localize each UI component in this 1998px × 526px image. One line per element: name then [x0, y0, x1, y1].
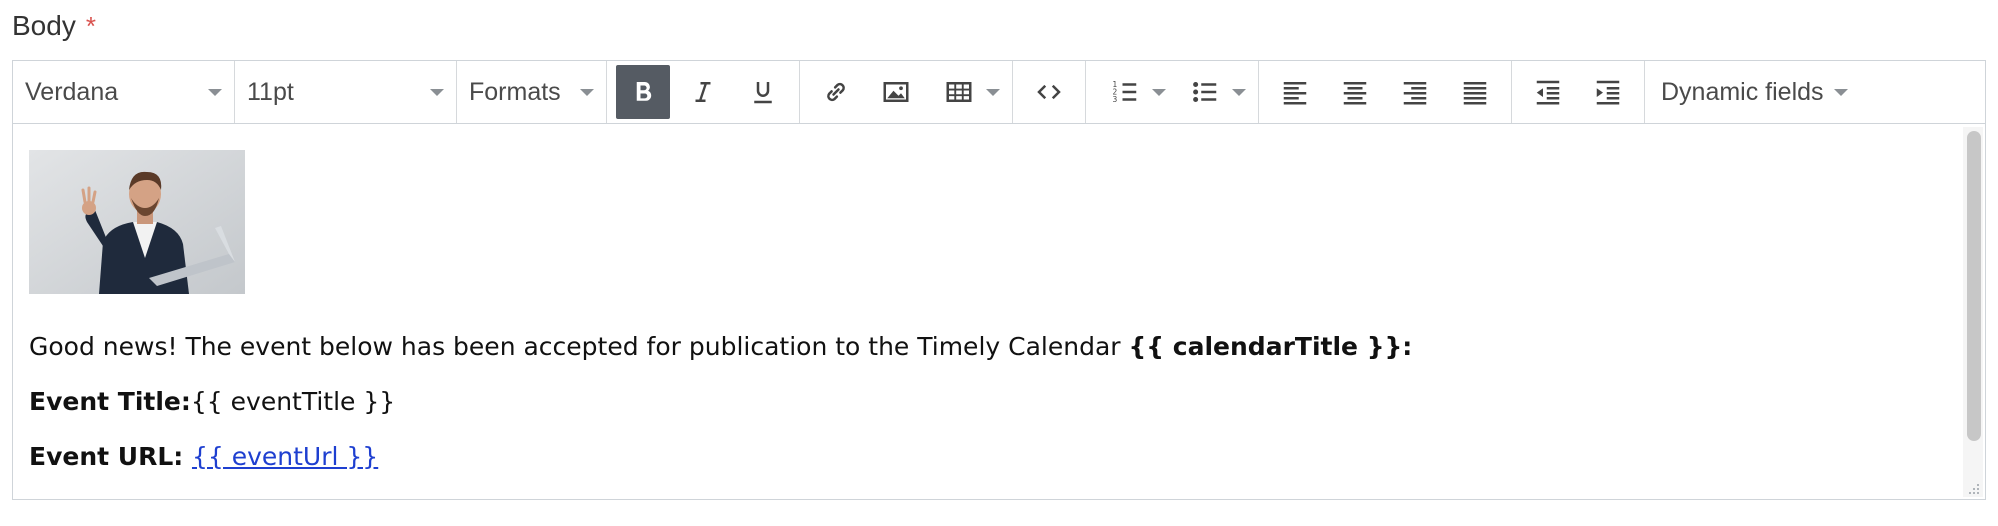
formats-dropdown[interactable]: Formats	[457, 61, 607, 123]
text-style-group	[607, 61, 800, 123]
bullet-list-dropdown[interactable]	[1172, 61, 1252, 123]
justify-button[interactable]	[1448, 65, 1502, 119]
table-dropdown[interactable]	[926, 61, 1006, 123]
chevron-down-icon	[430, 88, 444, 96]
chevron-down-icon	[1833, 88, 1848, 96]
event-title-label: Event Title:	[29, 387, 191, 416]
outdent-icon	[1536, 80, 1560, 105]
chevron-down-icon	[580, 88, 594, 96]
font-family-value: Verdana	[25, 77, 119, 106]
underline-button[interactable]	[736, 65, 790, 119]
image-button[interactable]	[869, 65, 923, 119]
font-family-select[interactable]: Verdana	[13, 61, 235, 123]
content-image[interactable]	[29, 150, 245, 294]
formats-label: Formats	[469, 77, 561, 106]
indent-button[interactable]	[1581, 65, 1635, 119]
align-right-icon	[1403, 82, 1427, 105]
table-button[interactable]	[932, 65, 986, 119]
svg-text:3: 3	[1113, 95, 1118, 104]
bold-button[interactable]	[616, 65, 670, 119]
image-icon	[883, 82, 909, 102]
list-group: 123	[1086, 61, 1259, 123]
link-button[interactable]	[809, 65, 863, 119]
indent-icon	[1596, 80, 1620, 105]
resize-handle-icon[interactable]	[1965, 479, 1981, 495]
field-label-text: Body	[12, 10, 76, 41]
bullet-list-icon	[1193, 82, 1217, 102]
chevron-down-icon	[986, 88, 1000, 96]
dynamic-fields-dropdown[interactable]: Dynamic fields	[1645, 61, 1860, 123]
editor-toolbar: Verdana 11pt Formats 1 2 3 Dynamic field…	[13, 61, 1985, 124]
indent-group	[1512, 61, 1645, 123]
code-icon	[1037, 84, 1061, 100]
event-title-paragraph: Event Title:{{ eventTitle }}	[29, 387, 1955, 416]
bold-icon	[636, 82, 652, 101]
event-title-token: {{ eventTitle }}	[190, 387, 396, 416]
calendar-title-token: {{ calendarTitle }}:	[1128, 332, 1413, 361]
link-icon	[827, 82, 845, 102]
italic-icon	[695, 82, 711, 102]
font-size-select[interactable]: 11pt	[235, 61, 457, 123]
align-right-button[interactable]	[1388, 65, 1442, 119]
bullet-list-button[interactable]	[1178, 65, 1232, 119]
table-icon	[946, 82, 972, 102]
man-with-laptop-image	[29, 150, 245, 294]
numbered-list-icon: 123	[1113, 80, 1137, 104]
font-size-value: 11pt	[247, 77, 294, 106]
numbered-list-dropdown[interactable]: 123	[1092, 61, 1172, 123]
editor-content[interactable]: Good news! The event below has been acce…	[13, 124, 1955, 499]
align-center-icon	[1343, 82, 1367, 105]
message-paragraph: Good news! The event below has been acce…	[29, 332, 1955, 361]
underline-icon	[754, 82, 772, 104]
alignment-group	[1259, 61, 1512, 123]
chevron-down-icon	[208, 88, 222, 96]
required-marker: *	[85, 10, 96, 41]
numbered-list-button[interactable]: 123	[1098, 65, 1152, 119]
justify-icon	[1463, 82, 1487, 105]
insert-group	[800, 61, 1013, 123]
chevron-down-icon	[1152, 88, 1166, 96]
event-url-link[interactable]: {{ eventUrl }}	[192, 442, 378, 471]
dynamic-fields-label: Dynamic fields	[1661, 77, 1824, 106]
outdent-button[interactable]	[1521, 65, 1575, 119]
chevron-down-icon	[1232, 88, 1246, 96]
code-group	[1013, 61, 1086, 123]
rich-text-editor: Verdana 11pt Formats 1 2 3 Dynamic field…	[12, 60, 1986, 500]
event-url-paragraph: Event URL: {{ eventUrl }}	[29, 442, 1955, 471]
event-url-label: Event URL:	[29, 442, 192, 471]
align-left-icon	[1283, 82, 1307, 105]
italic-button[interactable]	[676, 65, 730, 119]
scrollbar-thumb[interactable]	[1967, 131, 1981, 441]
code-button[interactable]	[1022, 65, 1076, 119]
align-left-button[interactable]	[1268, 65, 1322, 119]
field-label: Body *	[12, 6, 96, 46]
message-text: Good news! The event below has been acce…	[29, 332, 1129, 361]
align-center-button[interactable]	[1328, 65, 1382, 119]
